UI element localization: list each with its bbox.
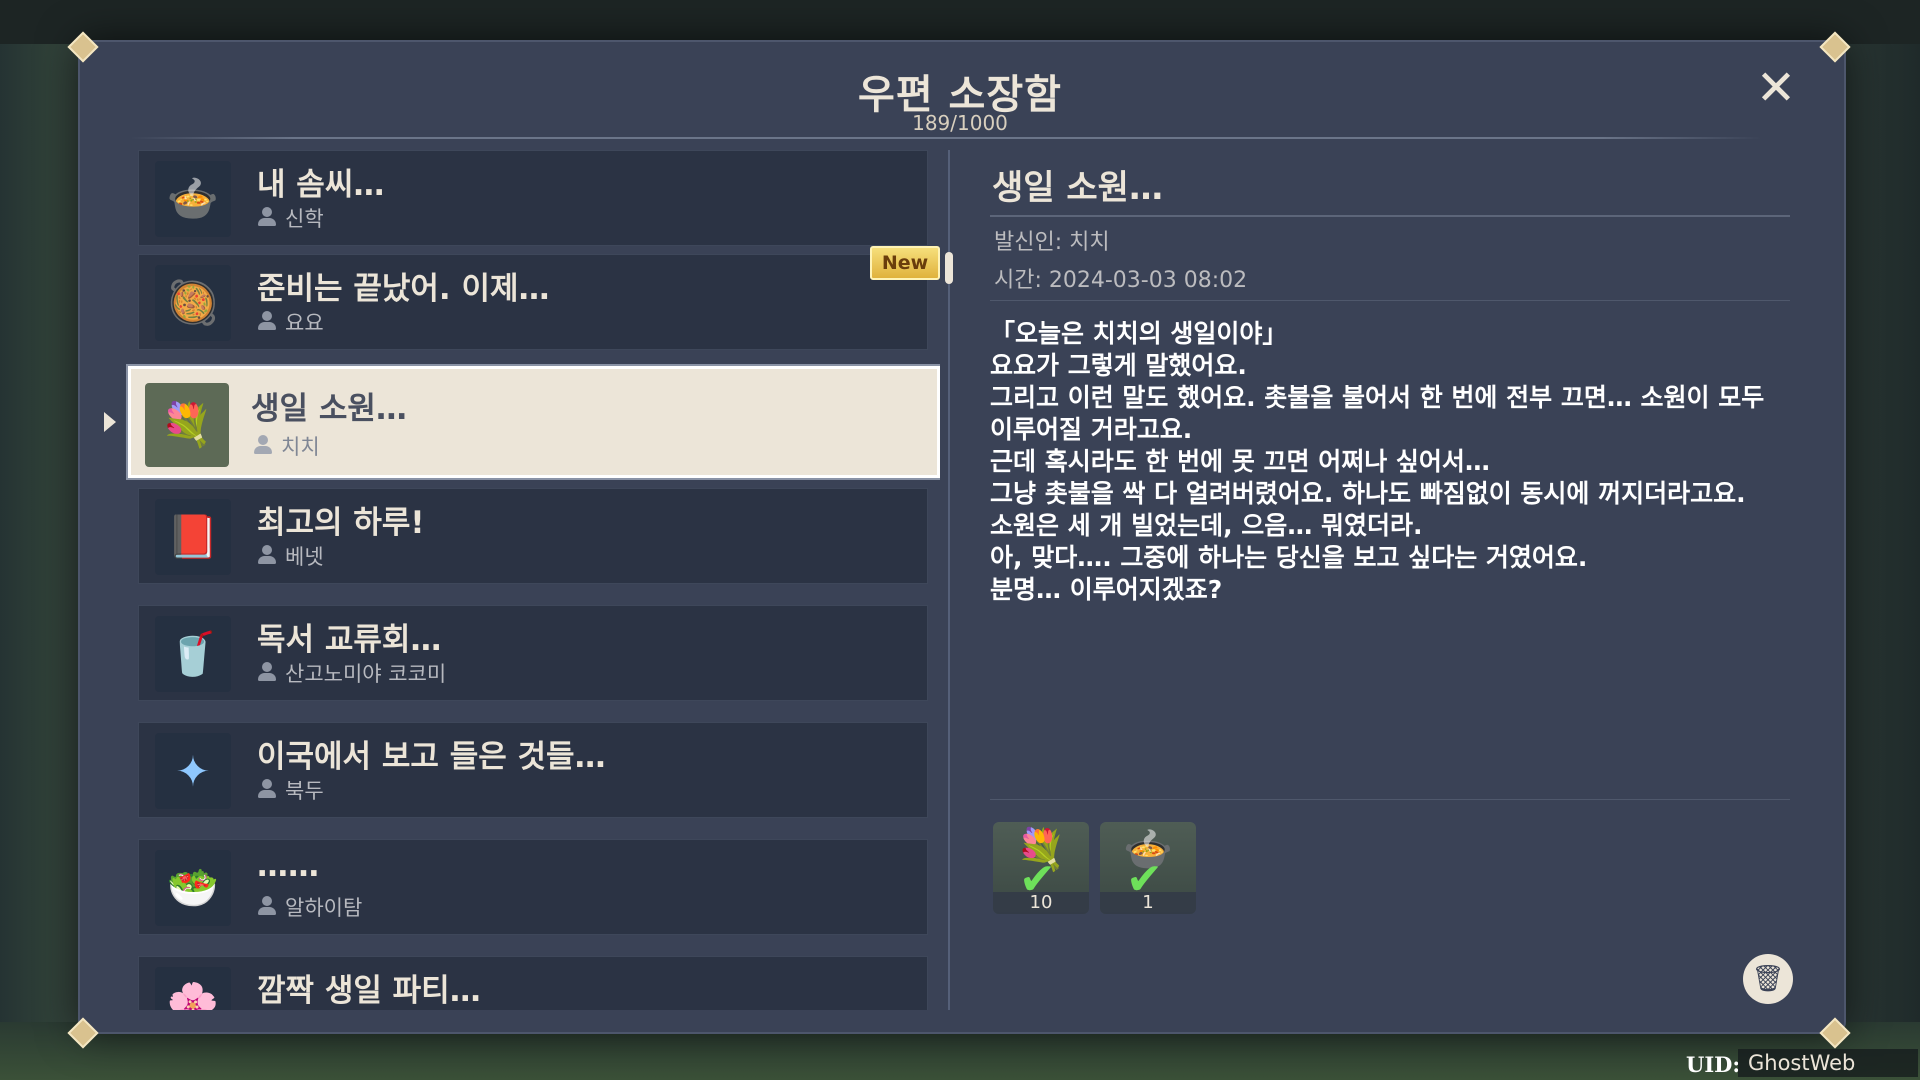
scrollbar-thumb[interactable] [945,252,953,284]
mail-list-item[interactable]: 🥗 …… 알하이탐 [138,839,928,935]
mail-item-title: 이국에서 보고 들은 것들… [257,739,606,775]
body-line: 「오늘은 치치의 생일이야」 [990,319,1288,348]
corner-ornament-icon [1818,30,1850,62]
attachment-item[interactable]: 🍲 ✔ 1 [1100,822,1196,914]
body-line: 분명… 이루어지겠죠? [990,575,1223,604]
background-top [0,0,1920,44]
attachment-count: 10 [993,892,1089,914]
dish-icon: 🍲 [155,161,231,237]
person-icon [257,205,277,227]
body-line: 요요가 그렇게 말했어요. [990,351,1247,380]
body-line: 아, 맞다…. 그중에 하나는 당신을 보고 싶다는 거였어요. [990,543,1588,572]
book-icon: 📕 [155,499,231,575]
mail-list-item-selected[interactable]: 💐 생일 소원… 치치 [128,366,940,478]
attachment-item[interactable]: 💐 ✔ 10 [993,822,1089,914]
mail-item-sender: 요요 [285,311,324,335]
background-right [1840,44,1920,1080]
mail-item-sender: 신학 [285,207,324,231]
mail-item-sender: 베넷 [285,545,324,569]
mail-detail-body: 「오늘은 치치의 생일이야」 요요가 그렇게 말했어요. 그리고 이런 말도 했… [990,318,1790,606]
detail-divider [990,215,1790,217]
attachments-divider [990,799,1790,800]
mail-item-title: 최고의 하루! [257,505,425,541]
uid-value: GhostWeb [1738,1049,1918,1077]
trash-icon: 🗑 [1751,964,1785,994]
delete-button[interactable]: 🗑 [1743,954,1793,1004]
dish-icon: 🥘 [155,265,231,341]
mail-item-title: 깜짝 생일 파티… [257,973,481,1009]
background-left [0,44,80,1080]
body-line: 소원은 세 개 빌었는데, 으음… 뭐였더라. [990,511,1423,540]
mail-list-item[interactable]: 🥘 준비는 끝났어. 이제… 요요 [138,254,928,350]
mail-item-sender: 산고노미야 코코미 [285,662,447,686]
mail-list-item[interactable]: 🍲 내 솜씨… 신학 [138,150,928,246]
selected-arrow-icon [104,412,116,432]
mail-item-title: 생일 소원… [251,391,407,427]
dish-icon: 🥗 [155,850,231,926]
mail-detail-title: 생일 소원… [992,168,1163,208]
person-icon [257,777,277,799]
mail-list-item[interactable]: ✦ 이국에서 보고 들은 것들… 북두 [138,722,928,818]
mail-count: 189/1000 [912,111,1008,135]
mail-detail-sender: 발신인: 치치 [994,230,1110,255]
body-line: 그리고 이런 말도 했어요. 촛불을 불어서 한 번에 전부 끄면… 소원이 모… [990,383,1765,412]
mail-item-sender: 치치 [281,435,320,459]
corner-ornament-icon [66,1016,98,1048]
person-icon [257,660,277,682]
body-line: 근데 혹시라도 한 번에 못 끄면 어쩌나 싶어서… [990,447,1490,476]
corner-ornament-icon [1818,1016,1850,1048]
header-divider [130,137,1762,139]
mail-item-sender: 북두 [285,779,324,803]
mail-list-item[interactable]: 🥤 독서 교류회… 산고노미야 코코미 [138,605,928,701]
mail-list-item[interactable]: 🌸 깜짝 생일 파티… [138,956,928,1010]
person-icon [257,543,277,565]
detail-divider [990,300,1790,301]
close-button[interactable]: ✕ [1752,64,1800,112]
mail-detail-time: 시간: 2024-03-03 08:02 [994,268,1248,293]
person-icon [257,309,277,331]
uid-label: UID: [1686,1052,1741,1077]
mail-list[interactable]: 🍲 내 솜씨… 신학 🥘 준비는 끝났어. 이제… 요요 💐 생일 소원… 치치… [120,150,940,1010]
mail-item-title: 준비는 끝났어. 이제… [257,271,550,307]
body-line: 그냥 촛불을 싹 다 얼려버렸어요. 하나도 빠짐없이 동시에 꺼지더라고요. [990,479,1746,508]
mail-item-title: …… [257,848,319,884]
star-crystal-icon: ✦ [155,733,231,809]
body-line: 이루어질 거라고요. [990,415,1193,444]
person-icon [257,894,277,916]
mail-item-sender: 알하이탐 [285,896,363,920]
drink-icon: 🥤 [155,616,231,692]
attachment-count: 1 [1100,892,1196,914]
new-badge: New [870,246,940,280]
flower-bouquet-icon: 💐 [145,383,229,467]
person-icon [253,433,273,455]
mail-item-title: 독서 교류회… [257,622,442,658]
mail-item-title: 내 솜씨… [257,167,385,203]
mail-list-item[interactable]: 📕 최고의 하루! 베넷 [138,488,928,584]
flower-icon: 🌸 [155,967,231,1010]
corner-ornament-icon [66,30,98,62]
